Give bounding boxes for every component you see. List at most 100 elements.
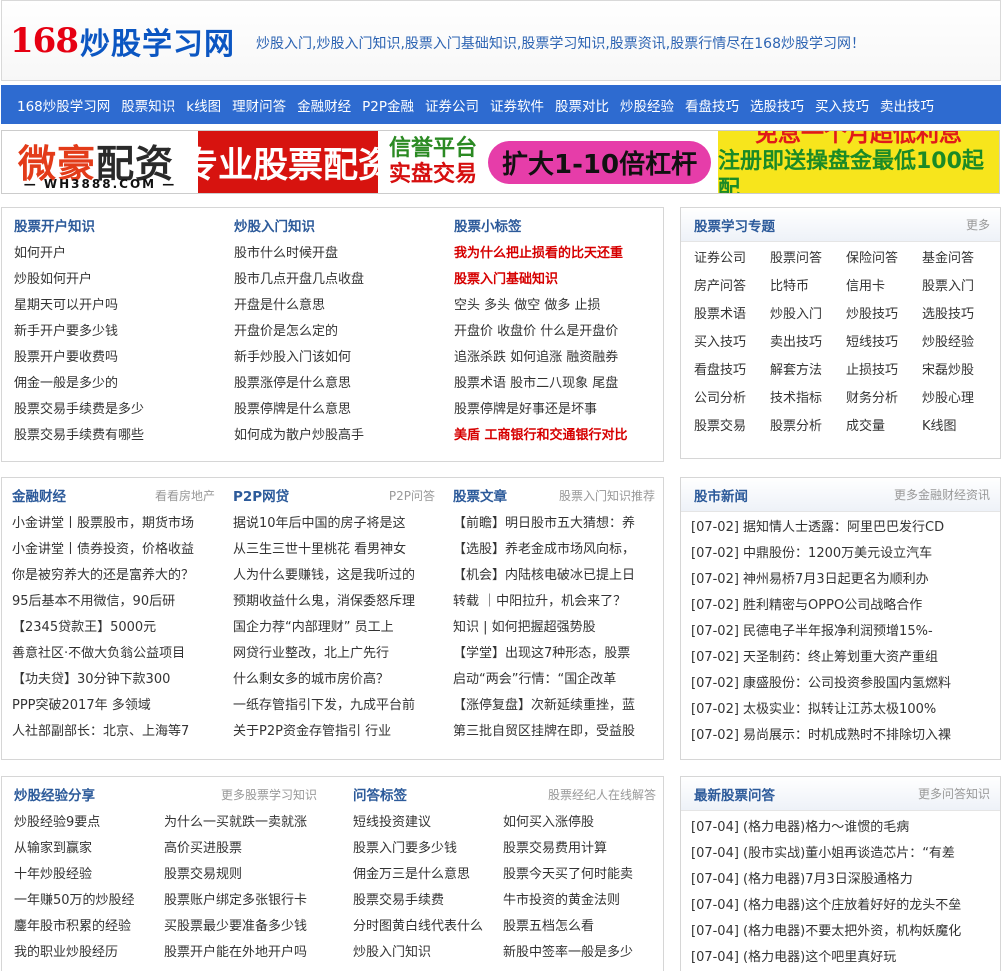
- list-item[interactable]: 【机会】内陆核电破冰已提上日: [453, 563, 655, 589]
- topics-title[interactable]: 股票学习专题: [694, 215, 775, 235]
- nav-item[interactable]: P2P金融: [362, 95, 414, 115]
- list-item[interactable]: 追涨杀跌 如何追涨 融资融券: [454, 345, 659, 371]
- list-item[interactable]: 如何开户: [14, 241, 224, 267]
- list-item[interactable]: 从三生三世十里桃花 看男神女: [233, 537, 435, 563]
- list-item[interactable]: 新手炒股入门该如何: [234, 345, 444, 371]
- list-item[interactable]: 短线投资建议: [353, 810, 503, 836]
- list-item[interactable]: 股票今天买了何时能卖: [503, 862, 653, 888]
- list-item[interactable]: 股票五档怎么看: [503, 914, 653, 940]
- p2p-more-link[interactable]: P2P问答: [389, 487, 435, 504]
- list-item[interactable]: 【学堂】出现这7种形态，股票: [453, 641, 655, 667]
- list-item[interactable]: 如何成为散户炒股高手: [234, 423, 444, 449]
- list-item[interactable]: 我为什么把止损看的比天还重: [454, 241, 659, 267]
- list-item[interactable]: 一年赚50万的炒股经: [14, 888, 164, 914]
- list-item[interactable]: 人社部副部长：北京、上海等7: [12, 719, 215, 745]
- news-item[interactable]: [07-02] 据知情人士透露：阿里巴巴发行CD: [691, 515, 991, 541]
- list-item[interactable]: 星期天可以开户吗: [14, 293, 224, 319]
- qa-more-link[interactable]: 股票经纪人在线解答: [548, 786, 656, 803]
- list-item[interactable]: 小金讲堂丨股票股市，期货市场: [12, 511, 215, 537]
- nav-item[interactable]: 选股技巧: [750, 95, 804, 115]
- topic-link[interactable]: 止损技巧: [846, 357, 922, 385]
- news-item[interactable]: [07-02] 中鼎股份：1200万美元设立汽车: [691, 541, 991, 567]
- list-item[interactable]: 善意社区·不做大负翁公益项目: [12, 641, 215, 667]
- list-item[interactable]: 第三批自贸区挂牌在即，受益股: [453, 719, 655, 745]
- topic-link[interactable]: 炒股心理: [922, 385, 998, 413]
- topic-link[interactable]: 股票术语: [694, 301, 770, 329]
- topic-link[interactable]: 选股技巧: [922, 301, 998, 329]
- beginner-title[interactable]: 炒股入门知识: [234, 215, 315, 235]
- banner-brand[interactable]: 微豪配资 — WH3888.COM —: [2, 131, 198, 193]
- topic-link[interactable]: 房产问答: [694, 273, 770, 301]
- news-item[interactable]: [07-02] 神州易桥7月3日起更名为顺利办: [691, 567, 991, 593]
- list-item[interactable]: 据说10年后中国的房子将是这: [233, 511, 435, 537]
- nav-item[interactable]: 理财问答: [232, 95, 286, 115]
- list-item[interactable]: 股票开户能在外地开户吗: [164, 940, 314, 966]
- topic-link[interactable]: 买入技巧: [694, 329, 770, 357]
- list-item[interactable]: 一纸存管指引下发，九成平台前: [233, 693, 435, 719]
- nav-item[interactable]: 168炒股学习网: [17, 95, 110, 115]
- nav-item[interactable]: 看盘技巧: [685, 95, 739, 115]
- topic-link[interactable]: 公司分析: [694, 385, 770, 413]
- list-item[interactable]: 股票入门基础知识: [454, 267, 659, 293]
- topic-link[interactable]: 比特币: [770, 273, 846, 301]
- list-item[interactable]: 股票交易手续费是多少: [14, 397, 224, 423]
- account-title[interactable]: 股票开户知识: [14, 215, 95, 235]
- list-item[interactable]: 股票入门要多少钱: [353, 836, 503, 862]
- list-item[interactable]: 买股票最少要准备多少钱: [164, 914, 314, 940]
- topics-more-link[interactable]: 更多: [966, 216, 990, 233]
- list-item[interactable]: 空头 多头 做空 做多 止损: [454, 293, 659, 319]
- news-item[interactable]: [07-02] 太极实业：拟转让江苏太极100%: [691, 697, 991, 723]
- list-item[interactable]: 股市什么时候开盘: [234, 241, 444, 267]
- nav-item[interactable]: 金融财经: [297, 95, 351, 115]
- nav-item[interactable]: k线图: [186, 95, 221, 115]
- list-item[interactable]: 佣金一般是多少的: [14, 371, 224, 397]
- topic-link[interactable]: 股票问答: [770, 245, 846, 273]
- list-item[interactable]: 网贷行业整改，北上广先行: [233, 641, 435, 667]
- list-item[interactable]: 知识 | 如何把握超强势股: [453, 615, 655, 641]
- news-more-link[interactable]: 更多金融财经资讯: [894, 486, 990, 503]
- list-item[interactable]: 股票涨停是什么意思: [234, 371, 444, 397]
- topic-link[interactable]: 股票交易: [694, 413, 770, 441]
- topic-link[interactable]: 财务分析: [846, 385, 922, 413]
- list-item[interactable]: 股票账户绑定多张银行卡: [164, 888, 314, 914]
- topic-link[interactable]: 证券公司: [694, 245, 770, 273]
- topic-link[interactable]: 短线技巧: [846, 329, 922, 357]
- list-item[interactable]: 股票停牌是什么意思: [234, 397, 444, 423]
- topic-link[interactable]: 股票分析: [770, 413, 846, 441]
- finance-more-link[interactable]: 看看房地产: [155, 487, 215, 504]
- news-title[interactable]: 股市新闻: [694, 485, 748, 505]
- list-item[interactable]: PPP突破2017年 多领域: [12, 693, 215, 719]
- list-item[interactable]: 股票停牌是好事还是坏事: [454, 397, 659, 423]
- news-item[interactable]: [07-02] 康盛股份：公司投资参股国内氢燃料: [691, 671, 991, 697]
- p2p-title[interactable]: P2P网贷: [233, 485, 289, 505]
- list-item[interactable]: 鏖年股市积累的经验: [14, 914, 164, 940]
- list-item[interactable]: 美盾 工商银行和交通银行对比: [454, 423, 659, 449]
- list-item[interactable]: 开盘价 收盘价 什么是开盘价: [454, 319, 659, 345]
- list-item[interactable]: 炒股如何开户: [14, 267, 224, 293]
- topic-link[interactable]: 卖出技巧: [770, 329, 846, 357]
- ad-banner[interactable]: 微豪配资 — WH3888.COM — 专业股票配资 信誉平台 实盘交易 扩大1…: [1, 130, 1000, 194]
- nav-item[interactable]: 股票知识: [121, 95, 175, 115]
- articles-title[interactable]: 股票文章: [453, 485, 507, 505]
- qa-item[interactable]: [07-04] (格力电器)这个庄放着好好的龙头不垒: [691, 893, 991, 919]
- list-item[interactable]: 预期收益什么鬼，消保委怒斥理: [233, 589, 435, 615]
- topic-link[interactable]: 炒股入门: [770, 301, 846, 329]
- news-item[interactable]: [07-02] 胜利精密与OPPO公司战略合作: [691, 593, 991, 619]
- topic-link[interactable]: 信用卡: [846, 273, 922, 301]
- qa-title[interactable]: 问答标签: [353, 784, 407, 804]
- list-item[interactable]: 股市几点开盘几点收盘: [234, 267, 444, 293]
- list-item[interactable]: 股票交易费用计算: [503, 836, 653, 862]
- topic-link[interactable]: 炒股技巧: [846, 301, 922, 329]
- site-logo[interactable]: 168 炒股学习网: [10, 19, 235, 63]
- latest-qa-more-link[interactable]: 更多问答知识: [918, 785, 990, 802]
- articles-more-link[interactable]: 股票入门知识推荐: [559, 487, 655, 504]
- list-item[interactable]: 为什么一买就跌一卖就涨: [164, 810, 314, 836]
- list-item[interactable]: 新手开户要多少钱: [14, 319, 224, 345]
- list-item[interactable]: 新股中签率一般是多少: [503, 940, 653, 966]
- list-item[interactable]: 【功夫贷】30分钟下款300: [12, 667, 215, 693]
- news-item[interactable]: [07-02] 天圣制药：终止筹划重大资产重组: [691, 645, 991, 671]
- tags-title[interactable]: 股票小标签: [454, 215, 522, 235]
- nav-item[interactable]: 炒股经验: [620, 95, 674, 115]
- latest-qa-title[interactable]: 最新股票问答: [694, 784, 775, 804]
- list-item[interactable]: 如何买入涨停股: [503, 810, 653, 836]
